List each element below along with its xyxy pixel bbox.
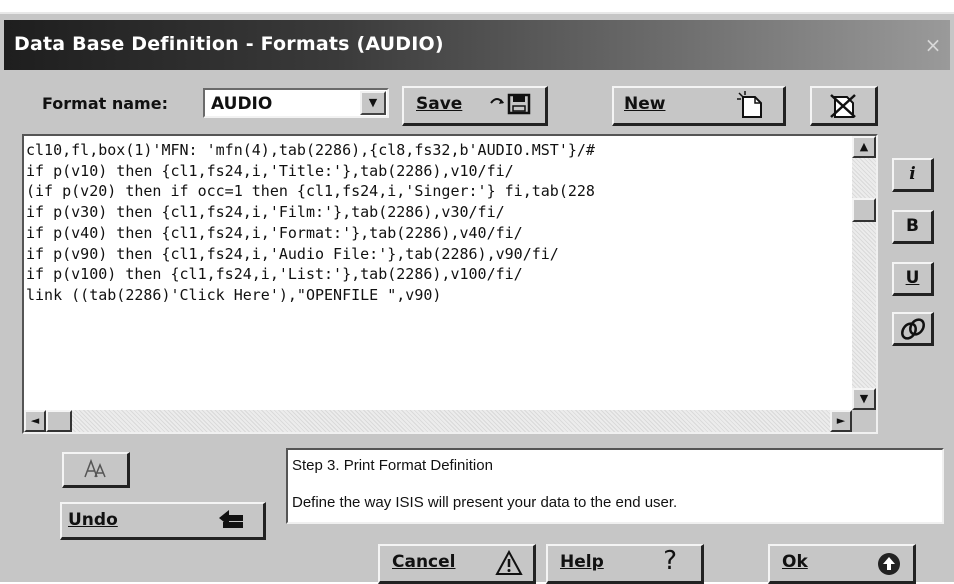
format-name-value: AUDIO (211, 94, 273, 114)
delete-icon (829, 93, 857, 124)
scroll-right-icon[interactable]: ► (830, 410, 852, 432)
format-name-combo[interactable]: AUDIO ▼ (203, 88, 389, 118)
code-line: if p(v100) then {cl1,fs24,i,'List:'},tab… (26, 265, 523, 284)
save-icon (489, 91, 535, 122)
new-button-label: New (624, 94, 666, 114)
italic-button[interactable]: i (892, 158, 934, 192)
format-editor[interactable]: cl10,fl,box(1)'MFN: 'mfn(4),tab(2286),{c… (22, 134, 878, 434)
undo-button[interactable]: Undo (60, 502, 266, 540)
horizontal-scroll-thumb[interactable] (46, 410, 72, 432)
horizontal-scrollbar[interactable]: ◄ ► (24, 410, 852, 432)
code-line: cl10,fl,box(1)'MFN: 'mfn(4),tab(2286),{c… (26, 141, 595, 159)
cancel-button[interactable]: Cancel (378, 544, 536, 584)
underline-button[interactable]: U (892, 262, 934, 296)
delete-button[interactable] (810, 86, 878, 126)
title-bar: Data Base Definition - Formats (AUDIO) × (4, 20, 950, 70)
ok-icon (877, 552, 901, 581)
format-code-text[interactable]: cl10,fl,box(1)'MFN: 'mfn(4),tab(2286),{c… (26, 140, 852, 410)
font-button[interactable] (62, 452, 130, 488)
new-button[interactable]: New (612, 86, 786, 126)
link-icon (900, 318, 926, 346)
cancel-button-label: Cancel (392, 552, 456, 572)
code-line: if p(v10) then {cl1,fs24,i,'Title:'},tab… (26, 161, 514, 180)
scroll-left-icon[interactable]: ◄ (24, 410, 46, 432)
save-button-label: Save (416, 94, 463, 114)
help-button-label: Help (560, 552, 604, 572)
dropdown-arrow-icon[interactable]: ▼ (360, 91, 386, 115)
scrollbar-corner (852, 410, 876, 432)
code-line: link ((tab(2286)'Click Here'),"OPENFILE … (26, 285, 442, 304)
vertical-scroll-thumb[interactable] (852, 198, 876, 222)
vertical-scrollbar[interactable]: ▲ ▼ (852, 136, 876, 410)
help-button[interactable]: Help ? (546, 544, 704, 584)
help-description: Define the way ISIS will present your da… (292, 494, 678, 511)
undo-icon (215, 508, 247, 537)
ok-button-label: Ok (782, 552, 808, 572)
ok-button[interactable]: Ok (768, 544, 916, 584)
close-icon[interactable]: × (922, 34, 944, 56)
window-title: Data Base Definition - Formats (AUDIO) (14, 33, 444, 55)
save-button[interactable]: Save (402, 86, 548, 126)
scroll-up-icon[interactable]: ▲ (852, 136, 876, 158)
scroll-down-icon[interactable]: ▼ (852, 388, 876, 410)
link-button[interactable] (892, 312, 934, 346)
code-line: (if p(v20) then if occ=1 then {cl1,fs24,… (26, 182, 595, 201)
new-document-icon (735, 91, 765, 124)
font-icon (83, 458, 107, 484)
help-step-title: Step 3. Print Format Definition (292, 457, 493, 474)
format-name-label: Format name: (42, 94, 168, 113)
question-icon: ? (663, 546, 677, 576)
bold-button[interactable]: B (892, 210, 934, 244)
code-line: if p(v90) then {cl1,fs24,i,'Audio File:'… (26, 244, 559, 263)
undo-button-label: Undo (68, 510, 118, 530)
code-line: if p(v30) then {cl1,fs24,i,'Film:'},tab(… (26, 203, 505, 222)
help-panel: Step 3. Print Format Definition Define t… (286, 448, 944, 524)
code-line: if p(v40) then {cl1,fs24,i,'Format:'},ta… (26, 223, 523, 242)
warning-icon (495, 549, 523, 581)
